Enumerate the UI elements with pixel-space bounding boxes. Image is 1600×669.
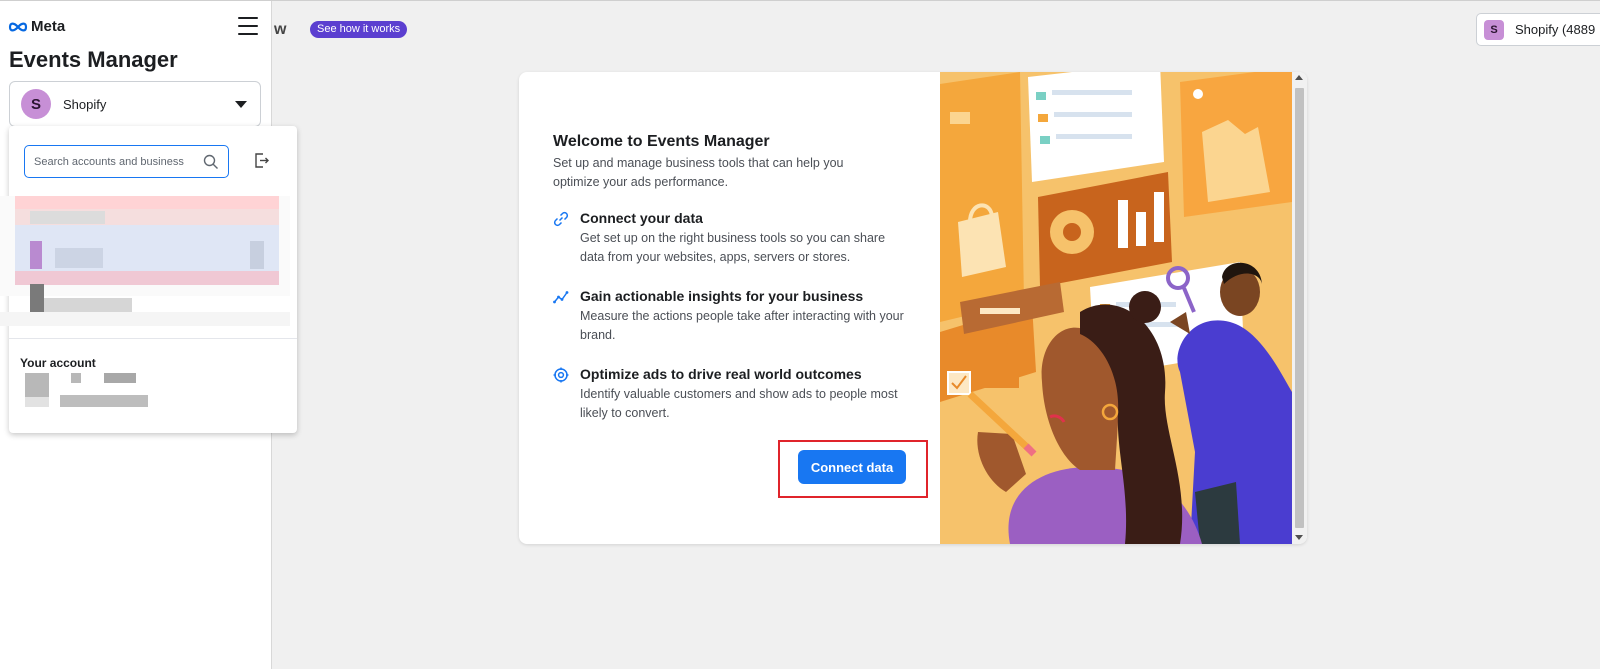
meta-logo[interactable]: Meta (8, 18, 65, 35)
feature-description: Identify valuable customers and show ads… (580, 387, 898, 420)
welcome-modal: Welcome to Events Manager Set up and man… (519, 72, 1307, 544)
avatar: S (21, 89, 51, 119)
search-input[interactable] (34, 155, 202, 168)
header-title-fragment: w (274, 21, 287, 38)
menu-icon[interactable] (238, 17, 258, 35)
welcome-subtitle: Set up and manage business tools that ca… (553, 156, 844, 189)
account-switcher[interactable]: S Shopify (4889 (1476, 13, 1600, 46)
account-selector[interactable]: S Shopify (9, 81, 261, 127)
scroll-down-arrow-icon[interactable] (1295, 535, 1303, 540)
account-dropdown: Your account (0, 126, 297, 433)
modal-scrollbar[interactable] (1292, 72, 1307, 544)
insights-icon (553, 291, 569, 304)
account-name: Shopify (63, 96, 107, 112)
search-field[interactable] (24, 145, 229, 178)
account-switcher-label: Shopify (4889 (1515, 22, 1596, 37)
brand-name: Meta (31, 18, 66, 35)
connect-data-button[interactable]: Connect data (798, 450, 906, 484)
illustration-art (940, 72, 1292, 544)
feature-title: Gain actionable insights for your busine… (580, 288, 864, 304)
feature-description: Get set up on the right business tools s… (580, 231, 886, 264)
welcome-illustration (940, 72, 1292, 544)
account-avatar: S (1484, 19, 1504, 40)
logout-icon[interactable] (253, 152, 270, 169)
target-icon (553, 367, 569, 383)
your-account-heading: Your account (20, 356, 96, 370)
feature-title: Optimize ads to drive real world outcome… (580, 366, 862, 382)
divider (9, 338, 297, 339)
feature-title: Connect your data (580, 210, 703, 226)
search-icon[interactable] (203, 154, 219, 170)
redacted-business-list[interactable] (0, 196, 290, 326)
scroll-up-arrow-icon[interactable] (1295, 75, 1303, 80)
page-title: Events Manager (9, 47, 178, 72)
meta-infinity-icon (8, 22, 28, 31)
link-icon (553, 211, 569, 227)
scrollbar-thumb[interactable] (1295, 88, 1304, 528)
welcome-title: Welcome to Events Manager (553, 133, 770, 150)
feature-description: Measure the actions people take after in… (580, 309, 904, 342)
caret-down-icon (235, 101, 247, 108)
see-how-it-works-badge[interactable]: See how it works (310, 21, 408, 38)
